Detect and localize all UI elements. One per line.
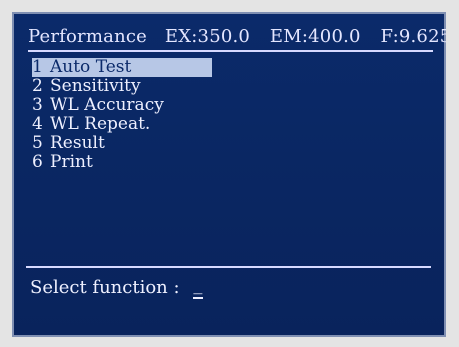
prompt-label: Select function : [30,277,180,298]
menu-item-label: Sensitivity [50,76,141,96]
menu-item-wl-repeat[interactable]: 4 WL Repeat. [32,115,372,134]
menu-item-number: 3 [32,95,43,115]
menu-item-label: Auto Test [50,57,132,77]
menu-item-label: Print [50,152,93,172]
menu-item-number: 4 [32,114,43,134]
menu-item-number: 6 [32,152,43,172]
menu-item-print[interactable]: 6 Print [32,153,372,172]
function-prompt[interactable]: Select function : _ [30,273,204,302]
menu-item-number: 2 [32,76,43,96]
instrument-screen: Performance EX:350.0 EM:400.0 F:9.625 1 … [12,12,446,337]
emission-wavelength: EM:400.0 [269,26,361,47]
menu-item-number: 5 [32,133,43,153]
function-menu: 1 Auto Test 2 Sensitivity 3 WL Accuracy … [32,58,372,172]
prompt-divider [26,266,431,268]
menu-item-result[interactable]: 5 Result [32,134,372,153]
menu-item-label: Result [50,133,105,153]
device-frame: Performance EX:350.0 EM:400.0 F:9.625 1 … [0,0,459,347]
menu-item-label: WL Accuracy [50,95,164,115]
header-bar: Performance EX:350.0 EM:400.0 F:9.625 [28,24,446,52]
input-cursor[interactable]: _ [193,273,204,299]
menu-item-wl-accuracy[interactable]: 3 WL Accuracy [32,96,372,115]
excitation-wavelength: EX:350.0 [164,26,251,47]
menu-item-number: 1 [32,57,43,77]
menu-item-sensitivity[interactable]: 2 Sensitivity [32,77,372,96]
menu-item-label: WL Repeat. [50,114,151,134]
factor-value: F:9.625 [380,26,446,47]
menu-item-auto-test[interactable]: 1 Auto Test [32,58,212,77]
page-title: Performance [28,26,147,47]
